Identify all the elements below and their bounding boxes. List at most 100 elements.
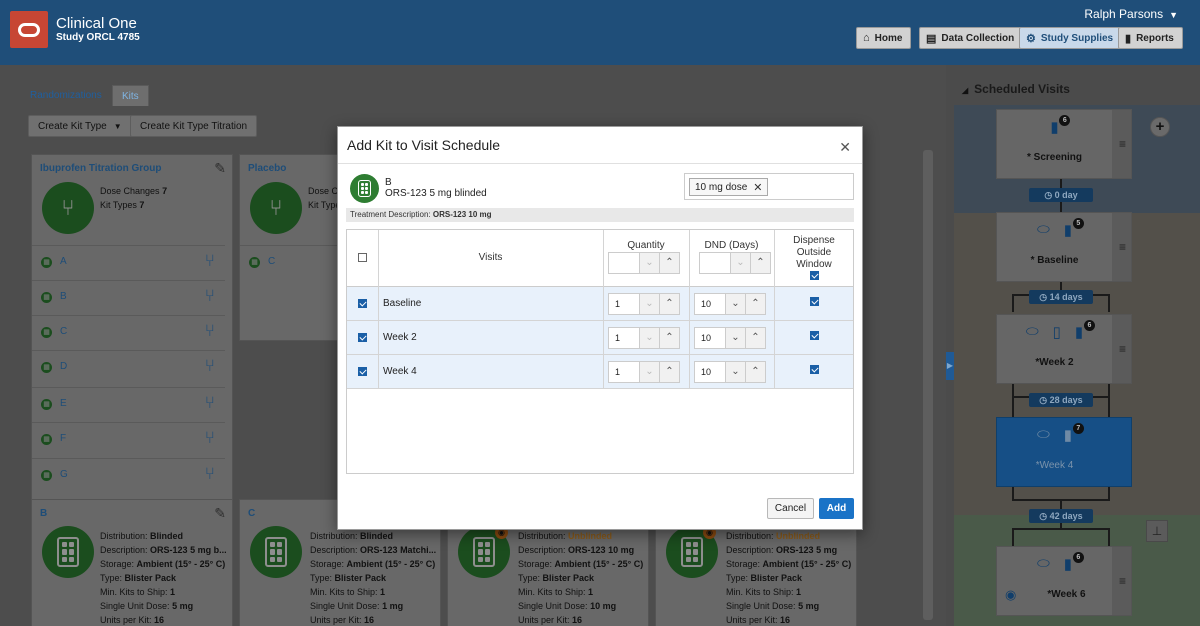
branch-icon[interactable]: ⑂ (205, 252, 215, 269)
chevron-up-icon[interactable]: ⌃ (746, 293, 766, 315)
tab-kits[interactable]: Kits (112, 85, 149, 106)
nav-data-collection-button[interactable]: ▤ Data Collection (919, 27, 1024, 49)
kit-row[interactable]: ▦ C ⑂ (32, 315, 225, 350)
kit-row[interactable]: ▦ F ⑂ (32, 422, 225, 457)
chevron-down-icon[interactable]: ⌄ (640, 327, 660, 349)
quantity-input[interactable]: 1 (608, 361, 640, 383)
chevron-up-icon[interactable]: ⌃ (660, 361, 680, 383)
storage-value: Ambient (15° - 25° C) (762, 559, 852, 569)
dnd-stepper[interactable]: 10 ⌄ ⌃ (694, 361, 766, 383)
add-button[interactable]: Add (819, 498, 854, 519)
kit-count-badge: 5 (1072, 218, 1084, 229)
visit-card-baseline[interactable]: ≡ ⬭ ▮ 5 * Baseline (996, 212, 1132, 282)
scheduled-visits-header[interactable]: ◢ Scheduled Visits (962, 82, 1070, 96)
dnd-bulk-stepper[interactable]: ⌄ ⌃ (699, 252, 771, 274)
quantity-input[interactable]: 1 (608, 293, 640, 315)
dispense-outside-window-checkbox[interactable] (810, 365, 819, 374)
row-select-checkbox[interactable] (358, 299, 367, 308)
branch-icon[interactable]: ⑂ (205, 394, 215, 411)
select-all-checkbox[interactable] (358, 253, 367, 262)
single-unit-dose: Single Unit Dose: 1 mg (310, 601, 403, 611)
placebo-title[interactable]: Placebo (248, 163, 286, 174)
type-value: Blister Pack (334, 573, 387, 583)
visit-card-week-2[interactable]: ≡ ⬭ ▯ ▮ 6 *Week 2 (996, 314, 1132, 384)
visit-card-screening[interactable]: ≡ ▮ 6 * Screening (996, 109, 1132, 179)
quantity-bulk-input[interactable] (608, 252, 640, 274)
add-visit-button[interactable]: + (1150, 117, 1170, 137)
row-select-checkbox[interactable] (358, 333, 367, 342)
hamburger-menu-icon[interactable]: ≡ (1119, 137, 1126, 151)
kit-row[interactable]: ▦ D ⑂ (32, 350, 225, 385)
quantity-stepper[interactable]: 1 ⌄ ⌃ (608, 327, 680, 349)
dispense-all-checkbox[interactable] (810, 271, 819, 280)
dnd-input[interactable]: 10 (694, 293, 726, 315)
branch-icon[interactable]: ⑂ (205, 322, 215, 339)
clock-icon: ◷ (1039, 292, 1050, 302)
chevron-up-icon[interactable]: ⌃ (751, 252, 771, 274)
chevron-down-icon[interactable]: ⌄ (640, 252, 660, 274)
titration-group-title[interactable]: Ibuprofen Titration Group (40, 163, 161, 174)
dispense-outside-window-checkbox[interactable] (810, 297, 819, 306)
branch-icon[interactable]: ⑂ (205, 287, 215, 304)
kit-row[interactable]: ▦ B ⑂ (32, 280, 225, 315)
quantity-bulk-stepper[interactable]: ⌄ ⌃ (608, 252, 680, 274)
dnd-bulk-input[interactable] (699, 252, 731, 274)
branch-icon[interactable]: ⑂ (205, 357, 215, 374)
quantity-stepper[interactable]: 1 ⌄ ⌃ (608, 293, 680, 315)
kit-row[interactable]: ▦ E ⑂ (32, 387, 225, 422)
chevron-up-icon[interactable]: ⌃ (746, 327, 766, 349)
chevron-down-icon[interactable]: ⌄ (726, 293, 746, 315)
dnd-input[interactable]: 10 (694, 327, 726, 349)
pencil-icon[interactable]: ✎ (214, 505, 226, 522)
chevron-up-icon[interactable]: ⌃ (660, 252, 680, 274)
chevron-down-icon[interactable]: ⌄ (640, 361, 660, 383)
branch-icon[interactable]: ⑂ (205, 465, 215, 482)
kit-card-title[interactable]: C (248, 508, 255, 519)
hamburger-menu-icon[interactable]: ≡ (1119, 574, 1126, 588)
hierarchy-icon[interactable]: ⊥ (1146, 520, 1168, 542)
kits-scrollbar[interactable] (923, 150, 933, 620)
close-icon[interactable]: ✕ (839, 139, 851, 156)
visit-card-week-6[interactable]: ≡ ⬭ ▮ 6 *Week 6 ◉ (996, 546, 1132, 616)
distribution-value: Unblinded (568, 531, 613, 541)
chevron-down-icon[interactable]: ⌄ (726, 361, 746, 383)
dose-selector[interactable]: 10 mg dose ✕ (684, 173, 854, 200)
quantity-stepper[interactable]: 1 ⌄ ⌃ (608, 361, 680, 383)
column-header-dnd: DND (Days) (704, 240, 759, 251)
chevron-down-icon[interactable]: ⌄ (640, 293, 660, 315)
user-menu[interactable]: Ralph Parsons ▼ (1084, 7, 1178, 21)
branch-icon[interactable]: ⑂ (205, 429, 215, 446)
kit-row[interactable]: ▦ C (240, 245, 348, 280)
kit-row[interactable]: ▦ A ⑂ (32, 245, 225, 280)
hamburger-menu-icon[interactable]: ≡ (1119, 240, 1126, 254)
visit-name: *Week 6 (1047, 589, 1086, 600)
collapse-panel-icon[interactable]: ▶ (946, 352, 954, 380)
dnd-stepper[interactable]: 10 ⌄ ⌃ (694, 293, 766, 315)
hamburger-menu-icon[interactable]: ≡ (1119, 342, 1126, 356)
create-kit-type-titration-button[interactable]: Create Kit Type Titration (130, 115, 258, 137)
chevron-down-icon[interactable]: ⌄ (731, 252, 751, 274)
create-kit-type-button[interactable]: Create Kit Type ▼ (28, 115, 132, 137)
chevron-up-icon[interactable]: ⌃ (660, 293, 680, 315)
visit-card-week-4[interactable]: ⬭ ▮ 7 *Week 4 (996, 417, 1132, 487)
dispense-outside-window-checkbox[interactable] (810, 331, 819, 340)
dnd-input[interactable]: 10 (694, 361, 726, 383)
kit-card-title[interactable]: B (40, 508, 47, 519)
quantity-input[interactable]: 1 (608, 327, 640, 349)
nav-home-button[interactable]: ⌂ Home (856, 27, 912, 49)
dnd-stepper[interactable]: 10 ⌄ ⌃ (694, 327, 766, 349)
tab-randomizations[interactable]: Randomizations (21, 85, 111, 106)
device-icon: ▯ (1052, 324, 1061, 341)
remove-tag-icon[interactable]: ✕ (753, 181, 762, 194)
pencil-icon[interactable]: ✎ (214, 160, 226, 177)
cancel-button[interactable]: Cancel (767, 498, 814, 519)
visit-icons: ⬭ ▯ ▮ 6 (997, 320, 1112, 341)
kit-row[interactable]: ▦ G ⑂ (32, 458, 225, 493)
row-select-checkbox[interactable] (358, 367, 367, 376)
chevron-up-icon[interactable]: ⌃ (746, 361, 766, 383)
chevron-down-icon[interactable]: ⌄ (726, 327, 746, 349)
nav-study-supplies-button[interactable]: ⚙ Study Supplies (1019, 27, 1123, 49)
nav-reports-button[interactable]: ▮ Reports (1118, 27, 1183, 49)
chevron-up-icon[interactable]: ⌃ (660, 327, 680, 349)
interval-pill: ◷ 42 days (1029, 509, 1093, 523)
